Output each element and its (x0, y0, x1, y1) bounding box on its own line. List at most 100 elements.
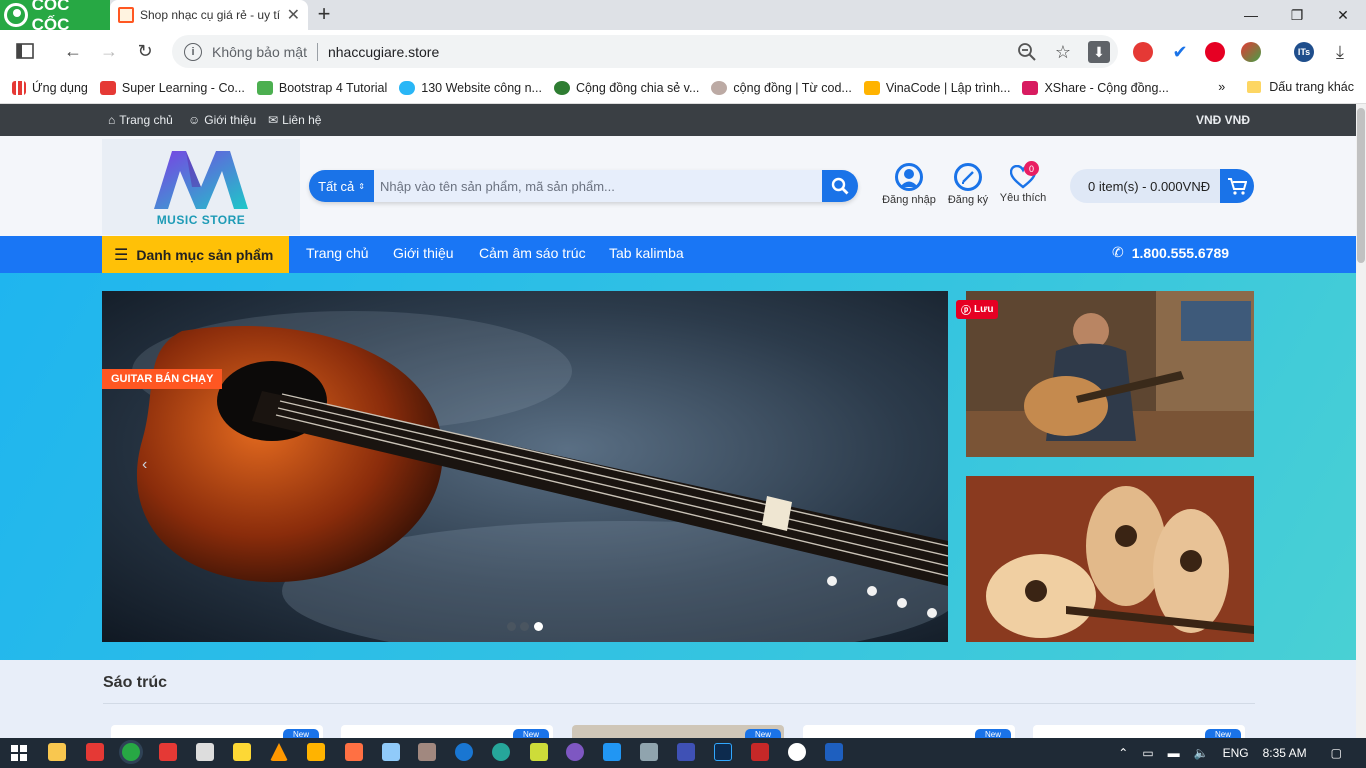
wishlist-count-badge: 0 (1024, 161, 1039, 176)
topbar-home-link[interactable]: ⌂ Trang chủ (108, 113, 173, 127)
restore-button[interactable]: ❐ (1274, 0, 1320, 30)
xampp-icon[interactable] (530, 743, 548, 761)
mongodb-icon[interactable] (788, 743, 806, 761)
check-extension-icon[interactable]: ✔ (1170, 42, 1190, 62)
vivaldi-icon[interactable] (159, 743, 177, 761)
github-desktop-icon[interactable] (566, 743, 584, 761)
logo-text: MUSIC STORE (156, 213, 246, 227)
login-user-icon[interactable] (895, 163, 923, 191)
vscode-icon[interactable] (603, 743, 621, 761)
download-page-icon[interactable]: ⬇ (1088, 41, 1110, 63)
network-app-icon[interactable] (492, 743, 510, 761)
topbar-about-link[interactable]: ☺ Giới thiệu (188, 113, 256, 127)
sticky-notes-icon[interactable] (233, 743, 251, 761)
topbar-contact-link[interactable]: ✉ Liên hệ (268, 113, 321, 127)
battery-icon[interactable]: ▬ (1168, 746, 1180, 760)
slider-dot[interactable] (520, 622, 529, 631)
photoshop-icon[interactable] (714, 743, 732, 761)
bookmark-item[interactable]: VinaCode | Lập trình... (863, 80, 1011, 95)
nav-kalimba-tabs[interactable]: Tab kalimba (609, 245, 684, 261)
bookmarks-bar: Ứng dụng Super Learning - Co... Bootstra… (0, 72, 1366, 104)
bookmark-item[interactable]: Cộng đồng chia sẻ v... (553, 80, 699, 95)
promo-banner-guitars[interactable] (966, 476, 1254, 642)
currency-selector[interactable]: VNĐ VNĐ (1196, 113, 1250, 127)
sublime-text-icon[interactable] (345, 743, 363, 761)
virtualbox-icon[interactable] (382, 743, 400, 761)
search-button[interactable] (822, 170, 858, 202)
bookmark-item[interactable]: 130 Website công n... (399, 80, 542, 95)
pinterest-save-button[interactable]: ⓟ Lưu (956, 300, 999, 319)
hero-slider[interactable] (102, 291, 948, 642)
sidebar-toggle-icon[interactable] (14, 40, 36, 62)
tool-icon[interactable] (418, 743, 436, 761)
volume-icon[interactable]: 🔈 (1194, 746, 1209, 760)
user-icon: ☺ (188, 113, 201, 127)
language-indicator[interactable]: ENG (1223, 746, 1249, 760)
slider-dot-active[interactable] (534, 622, 543, 631)
media-player-icon[interactable] (307, 743, 325, 761)
word-icon[interactable] (825, 743, 843, 761)
app-icon[interactable] (640, 743, 658, 761)
file-explorer-icon[interactable] (48, 743, 66, 761)
bookmark-item[interactable]: cộng đồng | Từ cod... (711, 80, 852, 95)
nav-flute-notes[interactable]: Cảm âm sáo trúc (479, 245, 586, 261)
hamburger-icon: ☰ (114, 246, 129, 264)
slider-prev-arrow-icon[interactable]: ‹ (142, 456, 147, 474)
mail-icon: ✉ (268, 113, 279, 127)
bookmark-item[interactable]: Bootstrap 4 Tutorial (256, 80, 387, 95)
r-icon[interactable] (455, 743, 473, 761)
opera-extension-icon[interactable] (1133, 42, 1153, 62)
other-bookmarks[interactable]: » Dấu trang khác (1218, 80, 1354, 94)
back-icon[interactable]: ← (62, 40, 84, 62)
browser-tab[interactable]: Shop nhạc cụ giá rẻ - uy tí ✕ (110, 0, 308, 30)
bookmark-item[interactable]: XShare - Cộng đồng... (1022, 80, 1169, 95)
address-bar[interactable]: i Không bảo mật nhaccugiare.store (172, 35, 1118, 68)
scrollbar-thumb[interactable] (1357, 108, 1365, 263)
info-icon[interactable]: i (184, 42, 202, 61)
slider-dot[interactable] (507, 622, 516, 631)
coccoc-taskbar-icon[interactable] (122, 743, 140, 761)
filezilla-icon[interactable] (751, 743, 769, 761)
zoom-icon[interactable] (1016, 41, 1038, 63)
minimize-button[interactable]: — (1228, 0, 1274, 30)
tab-title: Shop nhạc cụ giá rẻ - uy tí (140, 8, 281, 22)
new-tab-button[interactable]: + (312, 1, 336, 26)
windows-start-icon[interactable] (11, 745, 27, 764)
forward-icon[interactable]: → (98, 40, 120, 62)
bookmarks-overflow-icon[interactable]: » (1218, 80, 1225, 94)
app-icon[interactable] (677, 743, 695, 761)
network-icon[interactable]: ▭ (1142, 746, 1153, 760)
promo-banner-guitarist[interactable] (966, 291, 1254, 457)
reload-icon[interactable]: ↻ (134, 40, 156, 62)
cube-icon (863, 80, 880, 95)
category-select[interactable]: Tất cả ⇕ (309, 170, 374, 202)
register-pencil-icon[interactable] (954, 163, 982, 191)
clock[interactable]: 8:35 AM (1263, 746, 1307, 760)
notifications-icon[interactable]: ▢ (1331, 746, 1342, 760)
downloads-icon[interactable]: ⤓ (1329, 41, 1351, 63)
topbar-link-label: Trang chủ (119, 113, 173, 127)
tray-overflow-icon[interactable]: ⌃ (1118, 746, 1128, 760)
close-window-button[interactable]: ✕ (1320, 0, 1366, 30)
bookmark-item[interactable]: Super Learning - Co... (99, 80, 245, 95)
site-logo[interactable]: MUSIC STORE (102, 139, 300, 235)
avatar-icon (711, 80, 728, 95)
pinterest-extension-icon[interactable] (1205, 42, 1225, 62)
search-input[interactable] (380, 170, 820, 202)
guitarist-image (966, 291, 1254, 457)
nav-home[interactable]: Trang chủ (306, 245, 369, 261)
leaf-extension-icon[interactable] (1241, 42, 1261, 62)
taskbar-app-icon[interactable] (86, 743, 104, 761)
hotline[interactable]: ✆ 1.800.555.6789 (1112, 244, 1229, 261)
category-menu-button[interactable]: ☰ Danh mục sản phẩm (102, 236, 289, 273)
wishlist-link[interactable]: Yêu thích (988, 192, 1058, 204)
cart-button[interactable] (1220, 169, 1254, 203)
bookmark-apps[interactable]: Ứng dụng (12, 80, 88, 95)
coccoc-menu-button[interactable]: CỐC CỐC (0, 0, 110, 34)
nav-about[interactable]: Giới thiệu (393, 245, 454, 261)
profile-avatar-icon[interactable]: ITs (1294, 42, 1314, 62)
bookmark-star-icon[interactable]: ☆ (1052, 41, 1074, 63)
bookmark-label: VinaCode | Lập trình... (885, 80, 1011, 95)
close-tab-icon[interactable]: ✕ (287, 5, 300, 25)
mail-taskbar-icon[interactable] (196, 743, 214, 761)
